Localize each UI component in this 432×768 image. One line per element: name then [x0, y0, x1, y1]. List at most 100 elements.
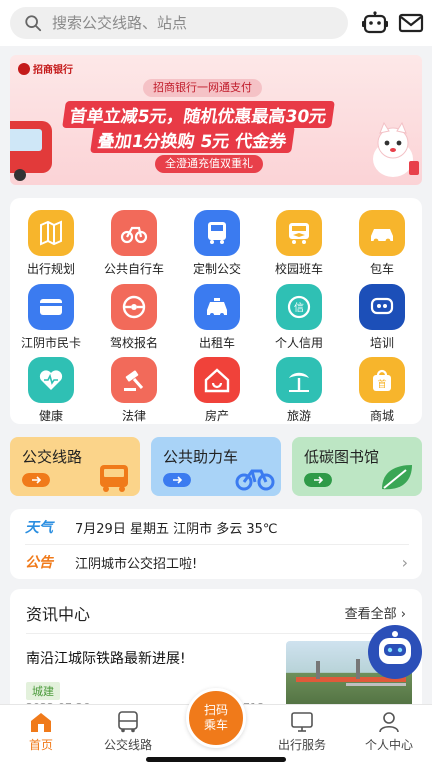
news-section-title: 资讯中心 — [26, 605, 91, 624]
service-item[interactable]: 房产 — [176, 357, 258, 427]
mail-icon[interactable] — [398, 11, 424, 35]
service-label: 公共自行车 — [103, 262, 164, 276]
feature-title: 公共助力车 — [163, 448, 239, 466]
search-icon — [25, 15, 42, 32]
service-item[interactable]: 定制公交 — [176, 210, 258, 280]
service-label: 校园班车 — [274, 262, 323, 276]
news-item-tag: 城建 — [26, 682, 60, 700]
feature-public-bike[interactable]: 公共助力车 — [151, 437, 281, 496]
scan-to-ride-button[interactable]: 扫码 乘车 — [186, 688, 246, 748]
nav-home[interactable]: 首页 — [1, 711, 81, 757]
home-indicator — [146, 757, 286, 762]
health-icon — [28, 357, 74, 403]
robot-icon[interactable] — [362, 11, 388, 35]
service-item[interactable]: 法律 — [93, 357, 175, 427]
notice-row[interactable]: 公告 江阴城市公交招工啦! › — [10, 545, 422, 579]
service-item[interactable]: 驾校报名 — [93, 284, 175, 354]
service-item[interactable]: 健康 — [10, 357, 92, 427]
nav-label: 个人中心 — [364, 738, 413, 752]
home-icon — [31, 713, 51, 732]
service-label: 法律 — [121, 409, 146, 423]
bicycle-icon — [111, 210, 157, 256]
top-bar — [0, 0, 432, 46]
nav-label: 出行服务 — [277, 738, 326, 752]
banner-subheadline: 叠加1分换购 5元 代金券 — [90, 126, 295, 153]
svg-text:信: 信 — [294, 302, 304, 314]
bank-logo-icon — [18, 62, 30, 75]
card-icon — [28, 284, 74, 330]
search-bar[interactable] — [10, 7, 348, 39]
search-input[interactable] — [52, 14, 312, 32]
service-label: 培训 — [369, 336, 394, 350]
news-item-title[interactable]: 南沿江城际铁路最新进展! — [26, 648, 186, 668]
house-icon — [194, 357, 240, 403]
school-bus-icon — [276, 210, 322, 256]
service-item[interactable]: 旅游 — [258, 357, 340, 427]
service-label: 旅游 — [286, 409, 311, 423]
nav-bus-lines[interactable]: 公交线路 — [88, 711, 168, 757]
feature-bus-lines[interactable]: 公交线路 — [10, 437, 140, 496]
feature-title: 公交线路 — [22, 448, 83, 466]
training-icon — [359, 284, 405, 330]
mascot-cat-icon — [373, 121, 419, 177]
taxi-icon — [194, 284, 240, 330]
service-item[interactable]: 包车 — [341, 210, 423, 280]
notice-text[interactable]: 江阴城市公交招工啦! — [75, 553, 197, 572]
service-item[interactable]: 江阴市民卡 — [10, 284, 92, 354]
promo-banner[interactable]: 招商银行 招商银行一网通支付 首单立减5元，随机优惠最高30元 叠加1分换购 5… — [10, 55, 422, 185]
service-label: 驾校报名 — [109, 336, 158, 350]
svg-text:首: 首 — [377, 378, 386, 390]
nav-label: 公交线路 — [103, 738, 152, 752]
nav-label: 首页 — [28, 738, 53, 752]
bank-logo: 招商银行 — [18, 61, 73, 76]
service-label: 包车 — [369, 262, 394, 276]
bus-icon — [194, 210, 240, 256]
service-item[interactable]: 信个人信用 — [258, 284, 340, 354]
feature-low-carbon-library[interactable]: 低碳图书馆 — [292, 437, 422, 496]
services-grid: 出行规划 公共自行车 定制公交 校园班车 包车江阴市民卡 驾校报名 出租车 信个人信用培训健康… — [10, 198, 422, 424]
weather-tag: 天气 — [25, 520, 53, 536]
service-label: 定制公交 — [192, 262, 241, 276]
chevron-right-icon: › — [400, 607, 406, 622]
bicycle-icon — [235, 469, 275, 491]
service-item[interactable]: 培训 — [341, 284, 423, 354]
service-label: 健康 — [38, 409, 63, 423]
service-item[interactable]: 校园班车 — [258, 210, 340, 280]
car-icon — [359, 210, 405, 256]
shopping-bag-icon: 首 — [359, 357, 405, 403]
banner-headline: 首单立减5元，随机优惠最高30元 — [62, 101, 335, 128]
banner-pay-title: 招商银行一网通支付 — [143, 79, 262, 97]
assistant-robot-icon[interactable] — [366, 624, 424, 680]
bus-icon — [100, 465, 128, 492]
nav-travel-services[interactable]: 出行服务 — [262, 711, 342, 757]
service-label: 出行规划 — [26, 262, 75, 276]
info-card: 天气 7月29日 星期五 江阴市 多云 35℃ 公告 江阴城市公交招工啦! › — [10, 509, 422, 579]
service-item[interactable]: 公共自行车 — [93, 210, 175, 280]
bank-name: 招商银行 — [33, 65, 73, 76]
view-all-label[interactable]: 查看全部 — [345, 607, 397, 622]
banner-tagline: 全澄通充值双重礼 — [155, 155, 263, 173]
scan-label-line2: 乘车 — [203, 718, 228, 732]
user-icon — [379, 712, 399, 733]
service-label: 房产 — [204, 409, 229, 423]
monitor-icon — [291, 712, 313, 732]
service-item[interactable]: 出行规划 — [10, 210, 92, 280]
view-all-link[interactable]: 查看全部 › — [345, 603, 406, 622]
divider — [26, 633, 406, 634]
map-icon — [28, 210, 74, 256]
chevron-right-icon[interactable]: › — [402, 553, 408, 572]
service-item[interactable]: 出租车 — [176, 284, 258, 354]
arrow-right-icon — [163, 473, 191, 487]
weather-text: 7月29日 星期五 江阴市 多云 35℃ — [75, 521, 278, 537]
travel-icon — [276, 357, 322, 403]
service-label: 出租车 — [198, 336, 235, 350]
nav-profile[interactable]: 个人中心 — [349, 711, 429, 757]
feature-title: 低碳图书馆 — [304, 448, 380, 466]
gavel-icon — [111, 357, 157, 403]
credit-icon: 信 — [276, 284, 322, 330]
bus-illustration-icon — [10, 121, 52, 181]
service-label: 江阴市民卡 — [20, 336, 81, 350]
service-item[interactable]: 首商城 — [341, 357, 423, 427]
weather-row: 天气 7月29日 星期五 江阴市 多云 35℃ — [10, 510, 422, 544]
leaf-icon — [382, 465, 412, 490]
